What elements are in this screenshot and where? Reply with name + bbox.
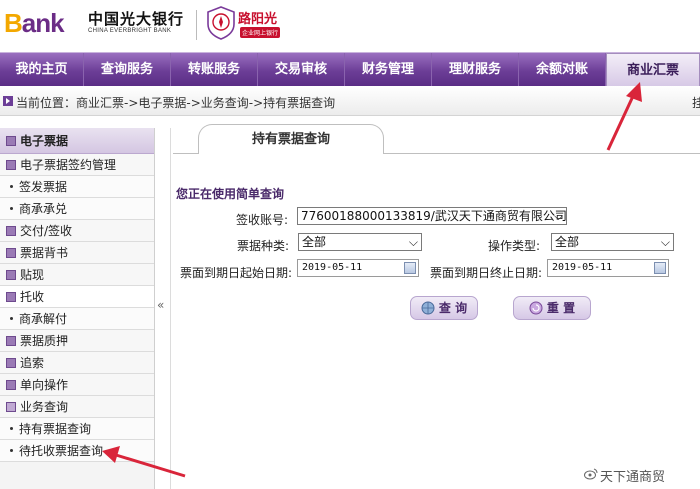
location-icon	[3, 96, 13, 106]
globe-icon	[421, 301, 435, 315]
bullet-icon	[10, 185, 13, 188]
operation-type-label: 操作类型:	[488, 239, 541, 253]
sidebar-item-discount[interactable]: 贴现	[0, 264, 154, 286]
nav-item-wealth-service[interactable]: 理财服务	[432, 53, 519, 87]
query-button[interactable]: 查 询	[410, 296, 478, 320]
sidebar-item-collection[interactable]: 托收	[0, 286, 154, 308]
start-date-label: 票面到期日起始日期:	[180, 266, 293, 280]
nav-item-balance-reconciliation[interactable]: 余额对账	[519, 53, 606, 87]
nav-item-query-service[interactable]: 查询服务	[84, 53, 171, 87]
header: Bank 中国光大银行 CHINA EVERBRIGHT BANK 路阳光 企业…	[0, 0, 700, 52]
menu-square-icon	[6, 248, 16, 258]
bill-type-select[interactable]: 全部 ⌵	[298, 233, 422, 251]
bank-logo: Bank	[4, 8, 65, 38]
shield-logo-icon	[207, 6, 235, 40]
end-date-input[interactable]: 2019-05-11	[547, 259, 669, 277]
menu-square-icon	[6, 270, 16, 280]
sidebar-item-e-bill-signing[interactable]: 电子票据签约管理	[0, 154, 154, 176]
menu-square-icon	[6, 380, 16, 390]
bullet-icon	[10, 449, 13, 452]
content-divider	[170, 128, 171, 489]
menu-square-icon	[6, 160, 16, 170]
sidebar: 电子票据 电子票据签约管理 签发票据 商承承兑 交付/签收 票据背书 贴现 托收…	[0, 128, 155, 489]
chevron-down-icon: ⌵	[408, 235, 418, 249]
sidebar-item-recourse[interactable]: 追索	[0, 352, 154, 374]
watermark-text: 天下通商贸	[600, 470, 666, 485]
nav-item-finance-management[interactable]: 财务管理	[345, 53, 432, 87]
nav-item-home[interactable]: 我的主页	[0, 53, 84, 87]
menu-square-icon	[6, 136, 16, 146]
nav-item-commercial-draft[interactable]: 商业汇票	[606, 53, 700, 87]
account-select[interactable]: 77600188000133819/武汉天下通商贸有限公司 ⌵	[297, 207, 567, 225]
bullet-icon	[10, 317, 13, 320]
bank-name-cn: 中国光大银行	[88, 10, 185, 28]
bank-name-en: CHINA EVERBRIGHT BANK	[88, 28, 172, 34]
weibo-icon	[584, 468, 598, 480]
sidebar-item-issue-bill[interactable]: 签发票据	[0, 176, 154, 198]
breadcrumb: 当前位置：商业汇票->电子票据->业务查询->持有票据查询 挂	[0, 86, 700, 116]
breadcrumb-edge-text: 挂	[692, 96, 700, 110]
menu-square-icon	[6, 336, 16, 346]
menu-square-icon	[6, 226, 16, 236]
tab-held-bill-query[interactable]: 持有票据查询	[198, 124, 384, 154]
chevron-down-icon: ⌵	[553, 209, 563, 223]
sidebar-item-one-way-operation[interactable]: 单向操作	[0, 374, 154, 396]
header-divider	[196, 10, 197, 40]
sidebar-item-commercial-payment[interactable]: 商承解付	[0, 308, 154, 330]
sidebar-item-pledge[interactable]: 票据质押	[0, 330, 154, 352]
sidebar-collapse-handle[interactable]: «	[157, 298, 164, 312]
bill-type-label: 票据种类:	[237, 239, 290, 253]
menu-square-icon	[6, 292, 16, 302]
account-label: 签收账号:	[236, 213, 289, 227]
menu-square-icon	[6, 402, 16, 412]
nav-item-transaction-review[interactable]: 交易审核	[258, 53, 345, 87]
nav-item-transfer-service[interactable]: 转账服务	[171, 53, 258, 87]
breadcrumb-text: 当前位置：商业汇票->电子票据->业务查询->持有票据查询	[16, 96, 336, 110]
brand-name: 路阳光	[238, 12, 278, 27]
calendar-icon[interactable]	[654, 262, 666, 274]
sidebar-item-endorsement[interactable]: 票据背书	[0, 242, 154, 264]
menu-square-icon	[6, 358, 16, 368]
bullet-icon	[10, 207, 13, 210]
sidebar-item-deliver-sign[interactable]: 交付/签收	[0, 220, 154, 242]
sidebar-item-held-bill-query[interactable]: 持有票据查询	[0, 418, 154, 440]
start-date-input[interactable]: 2019-05-11	[297, 259, 419, 277]
sidebar-item-pending-collection-query[interactable]: 待托收票据查询	[0, 440, 154, 462]
sidebar-item-business-query[interactable]: 业务查询	[0, 396, 154, 418]
sidebar-header[interactable]: 电子票据	[0, 128, 154, 154]
end-date-label: 票面到期日终止日期:	[430, 266, 543, 280]
operation-type-select[interactable]: 全部 ⌵	[551, 233, 674, 251]
reset-icon	[529, 301, 543, 315]
calendar-icon[interactable]	[404, 262, 416, 274]
content-panel	[173, 153, 700, 489]
bullet-icon	[10, 427, 13, 430]
main-nav: 我的主页 查询服务 转账服务 交易审核 财务管理 理财服务 余额对账 商业汇票	[0, 52, 700, 87]
sidebar-item-commercial-acceptance[interactable]: 商承承兑	[0, 198, 154, 220]
query-mode-subtitle: 您正在使用简单查询	[176, 187, 285, 201]
chevron-down-icon: ⌵	[660, 235, 670, 249]
reset-button[interactable]: 重 置	[513, 296, 591, 320]
brand-subtitle: 企业网上银行	[240, 27, 281, 38]
